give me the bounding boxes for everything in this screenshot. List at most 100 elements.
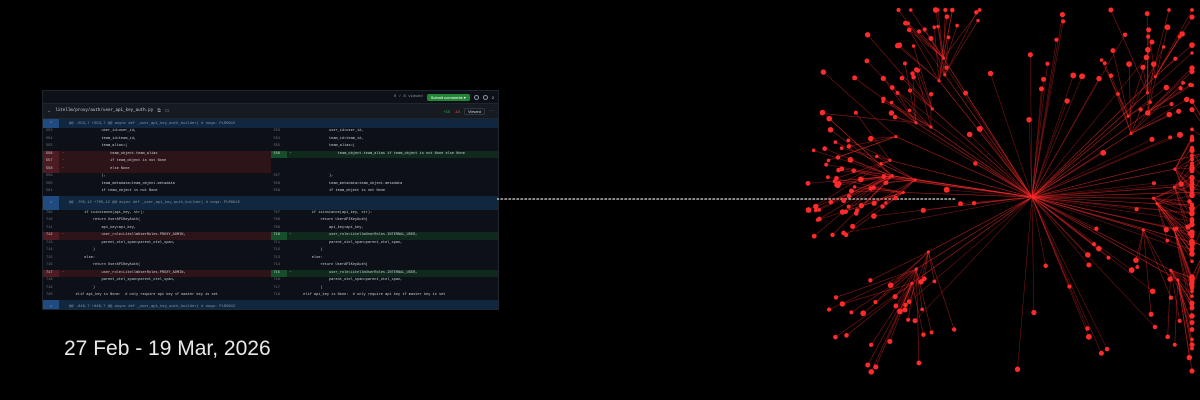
line-number[interactable]: 555	[271, 143, 287, 151]
line-number[interactable]: 558	[43, 165, 59, 173]
line-number[interactable]: 714	[43, 247, 59, 255]
line-number[interactable]: 555	[43, 143, 59, 151]
settings-icon[interactable]	[473, 94, 479, 100]
graph-edge	[873, 196, 1033, 217]
line-number[interactable]: 715	[43, 255, 59, 263]
graph-node	[1165, 334, 1170, 340]
line-number[interactable]: 707	[271, 210, 287, 218]
line-number[interactable]: 713	[43, 240, 59, 248]
diff-row: 560 team_metadata=team_object.metadata 55…	[43, 181, 498, 189]
graph-node	[1177, 34, 1182, 39]
graph-node	[902, 61, 907, 66]
line-number[interactable]: 716	[271, 277, 287, 285]
graph-node	[1150, 61, 1157, 67]
line-number[interactable]: 714	[271, 262, 287, 270]
graph-node	[1189, 136, 1195, 141]
line-number[interactable]: 711	[271, 240, 287, 248]
line-number[interactable]: 717	[271, 285, 287, 293]
graph-edge	[938, 16, 948, 81]
graph-node	[921, 276, 927, 282]
line-number[interactable]: 554	[43, 136, 59, 144]
line-number[interactable]: 556	[270, 150, 287, 158]
gutter-marker	[59, 181, 67, 189]
graph-edge	[944, 12, 977, 75]
line-number[interactable]: 711	[43, 225, 59, 233]
info-icon[interactable]	[482, 94, 488, 100]
line-number[interactable]: 712	[43, 232, 59, 240]
line-number[interactable]: 716	[43, 262, 59, 270]
gutter-marker	[287, 217, 295, 225]
graph-node	[914, 267, 918, 271]
graph-node	[1190, 259, 1194, 264]
diff-left-side: 717− user_role=LitellmUserRoles.PROXY_AD…	[43, 269, 271, 277]
copy-icon[interactable]: ⧉	[157, 108, 161, 114]
submit-comments-button[interactable]: Submit comments ▾	[426, 93, 470, 101]
diff-row: 713 parent_otel_span=parent_otel_span, 71…	[43, 240, 498, 248]
graph-node	[932, 279, 937, 284]
collapse-chevron-icon[interactable]: ⌄	[47, 108, 51, 114]
graph-edge	[1128, 64, 1132, 134]
gutter-marker	[287, 240, 295, 248]
line-number[interactable]: 554	[271, 136, 287, 144]
line-number[interactable]: 720	[43, 292, 59, 300]
expand-hunk-button[interactable]: ↕	[43, 119, 59, 128]
graph-node	[1188, 82, 1193, 87]
gutter-marker	[287, 262, 295, 270]
graph-node	[1098, 350, 1104, 356]
graph-node	[1176, 278, 1180, 282]
gutter-marker	[59, 128, 67, 136]
line-number[interactable]	[271, 166, 287, 174]
graph-node	[811, 148, 816, 153]
line-number[interactable]: 713	[271, 255, 287, 263]
comment-count: 2	[491, 94, 494, 100]
line-number[interactable]: 559	[271, 188, 287, 196]
line-number[interactable]: 560	[43, 181, 59, 189]
graph-nodes	[805, 7, 1195, 375]
line-number[interactable]: 709	[271, 225, 287, 233]
graph-node	[879, 161, 883, 166]
expand-hunk-button[interactable]: ↕	[43, 299, 59, 309]
graph-node	[937, 79, 941, 83]
gutter-marker	[287, 188, 295, 196]
line-number[interactable]: 718	[271, 292, 287, 300]
graph-edge	[1017, 196, 1033, 370]
line-number[interactable]: 556	[43, 150, 59, 158]
diff-row: 556− team_object.team_alias 556 + team_obj…	[43, 150, 498, 158]
line-number[interactable]: 710	[43, 217, 59, 225]
graph-edge	[905, 196, 1033, 306]
graph-node	[868, 369, 875, 375]
line-number[interactable]: 561	[43, 188, 59, 196]
line-number[interactable]: 553	[43, 128, 59, 136]
graph-node	[1054, 37, 1059, 42]
line-number[interactable]: 709	[43, 210, 59, 218]
graph-edge	[1031, 196, 1102, 354]
graph-node	[835, 155, 841, 160]
graph-node	[1190, 163, 1194, 168]
line-number[interactable]: 557	[271, 173, 287, 181]
line-number[interactable]: 719	[43, 285, 59, 293]
graph-node	[1027, 52, 1033, 58]
graph-edge	[946, 67, 1033, 198]
line-number[interactable]: 558	[271, 181, 287, 189]
diff-left-side: 715 else:	[43, 255, 271, 263]
graph-edge	[979, 128, 1033, 198]
line-number[interactable]: 559	[43, 173, 59, 181]
line-number[interactable]: 553	[271, 128, 287, 136]
line-number[interactable]: 715	[270, 269, 287, 277]
diff-right-side: 718 elif api_key is None: # only require…	[271, 292, 499, 300]
expand-hunk-button[interactable]: ↕	[43, 195, 59, 210]
line-number[interactable]: 712	[271, 247, 287, 255]
comment-icon[interactable]: ▭	[165, 108, 170, 114]
line-number[interactable]: 717	[43, 269, 59, 277]
line-number[interactable]: 708	[271, 217, 287, 225]
line-number[interactable]	[271, 158, 287, 166]
viewed-checkbox[interactable]: Viewed	[463, 107, 485, 115]
line-number[interactable]: 710	[270, 232, 287, 240]
graph-node	[828, 199, 834, 205]
more-options-icon[interactable]: ⋯	[489, 108, 494, 114]
graph-node	[1128, 267, 1135, 274]
graph-node	[906, 21, 910, 26]
code-line: if team_object is not None	[67, 189, 158, 193]
line-number[interactable]: 718	[43, 277, 59, 285]
line-number[interactable]: 557	[43, 158, 59, 166]
